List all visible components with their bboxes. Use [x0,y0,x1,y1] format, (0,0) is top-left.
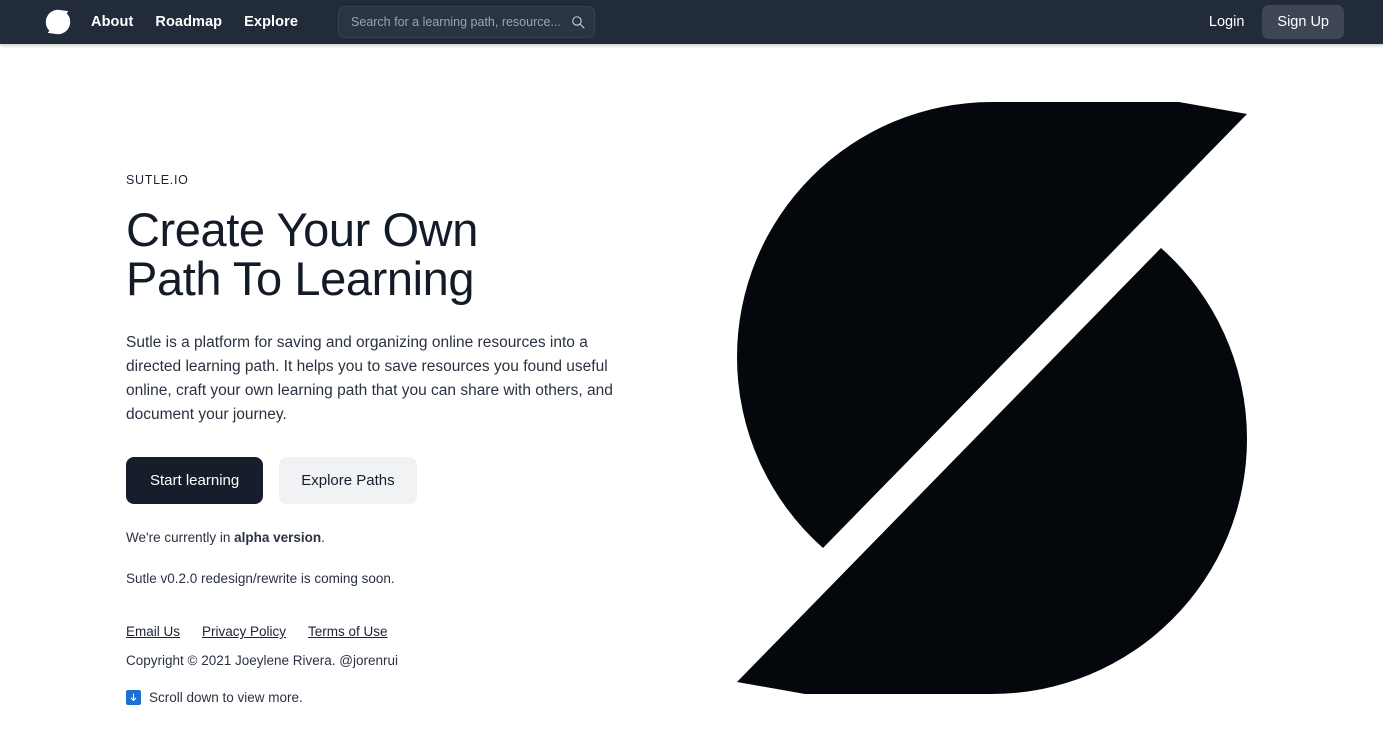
scroll-hint-label: Scroll down to view more. [149,690,303,705]
signup-button[interactable]: Sign Up [1262,5,1344,39]
sutle-mark-graphic [737,102,1247,694]
primary-nav-links: About Roadmap Explore [91,15,298,30]
search-input[interactable] [338,6,596,38]
hero-description: Sutle is a platform for saving and organ… [126,334,613,423]
hero-title-line-1: Create Your Own [126,203,478,256]
sutle-logo-icon[interactable] [45,9,71,35]
top-navigation-bar: About Roadmap Explore Login Sign Up [0,0,1383,44]
alpha-note-prefix: We're currently in [126,530,235,545]
footer-link-terms-of-use[interactable]: Terms of Use [308,624,388,639]
page-title: Create Your Own Path To Learning [126,205,656,303]
nav-link-about[interactable]: About [91,15,133,30]
footer-link-email-us[interactable]: Email Us [126,624,180,639]
arrow-down-icon [126,690,141,705]
footer-link-privacy-policy[interactable]: Privacy Policy [202,624,286,639]
start-learning-button[interactable]: Start learning [126,457,264,504]
footer-links: Email Us Privacy Policy Terms of Use [126,624,656,639]
nav-link-explore[interactable]: Explore [244,15,298,30]
alpha-note-strong: alpha version [234,530,322,545]
hero-eyebrow: SUTLE.IO [126,173,189,187]
alpha-version-note: We're currently in alpha version. [126,530,656,545]
login-link[interactable]: Login [1199,8,1254,36]
hero-copy-block: SUTLE.IO Create Your Own Path To Learnin… [126,173,656,705]
scroll-hint: Scroll down to view more. [126,690,656,705]
explore-paths-button[interactable]: Explore Paths [279,457,417,504]
version-note: Sutle v0.2.0 redesign/rewrite is coming … [126,571,395,586]
hero-section: SUTLE.IO Create Your Own Path To Learnin… [0,44,1383,747]
hero-cta-row: Start learning Explore Paths [126,457,656,504]
nav-account-actions: Login Sign Up [1199,5,1344,39]
copyright-text: Copyright © 2021 Joeylene Rivera. @joren… [126,653,399,668]
nav-link-roadmap[interactable]: Roadmap [155,15,222,30]
hero-title-line-2: Path To Learning [126,252,475,305]
search-container [338,6,596,38]
alpha-note-suffix: . [321,530,325,545]
